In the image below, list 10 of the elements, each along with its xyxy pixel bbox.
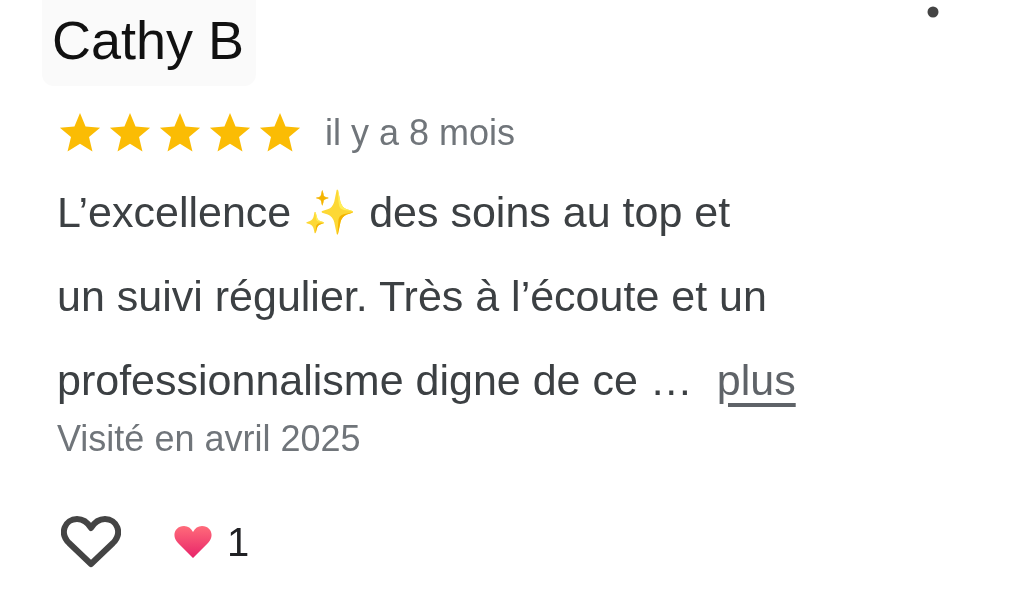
reaction-count: 1	[227, 519, 250, 565]
reviewer-name[interactable]: Cathy B	[42, 0, 257, 86]
review-text-line: un suivi régulier. Très à l’écoute et un	[57, 271, 767, 321]
review-time: il y a 8 mois	[325, 112, 516, 154]
visit-date: Visité en avril 2025	[57, 417, 362, 461]
review-text-line: L’excellence ✨ des soins au top et	[57, 187, 731, 237]
review-text-line: professionnalisme digne de ce …	[57, 355, 693, 405]
heart-icon	[173, 524, 213, 560]
like-icon[interactable]	[61, 516, 121, 568]
more-link[interactable]: plus	[716, 355, 796, 405]
